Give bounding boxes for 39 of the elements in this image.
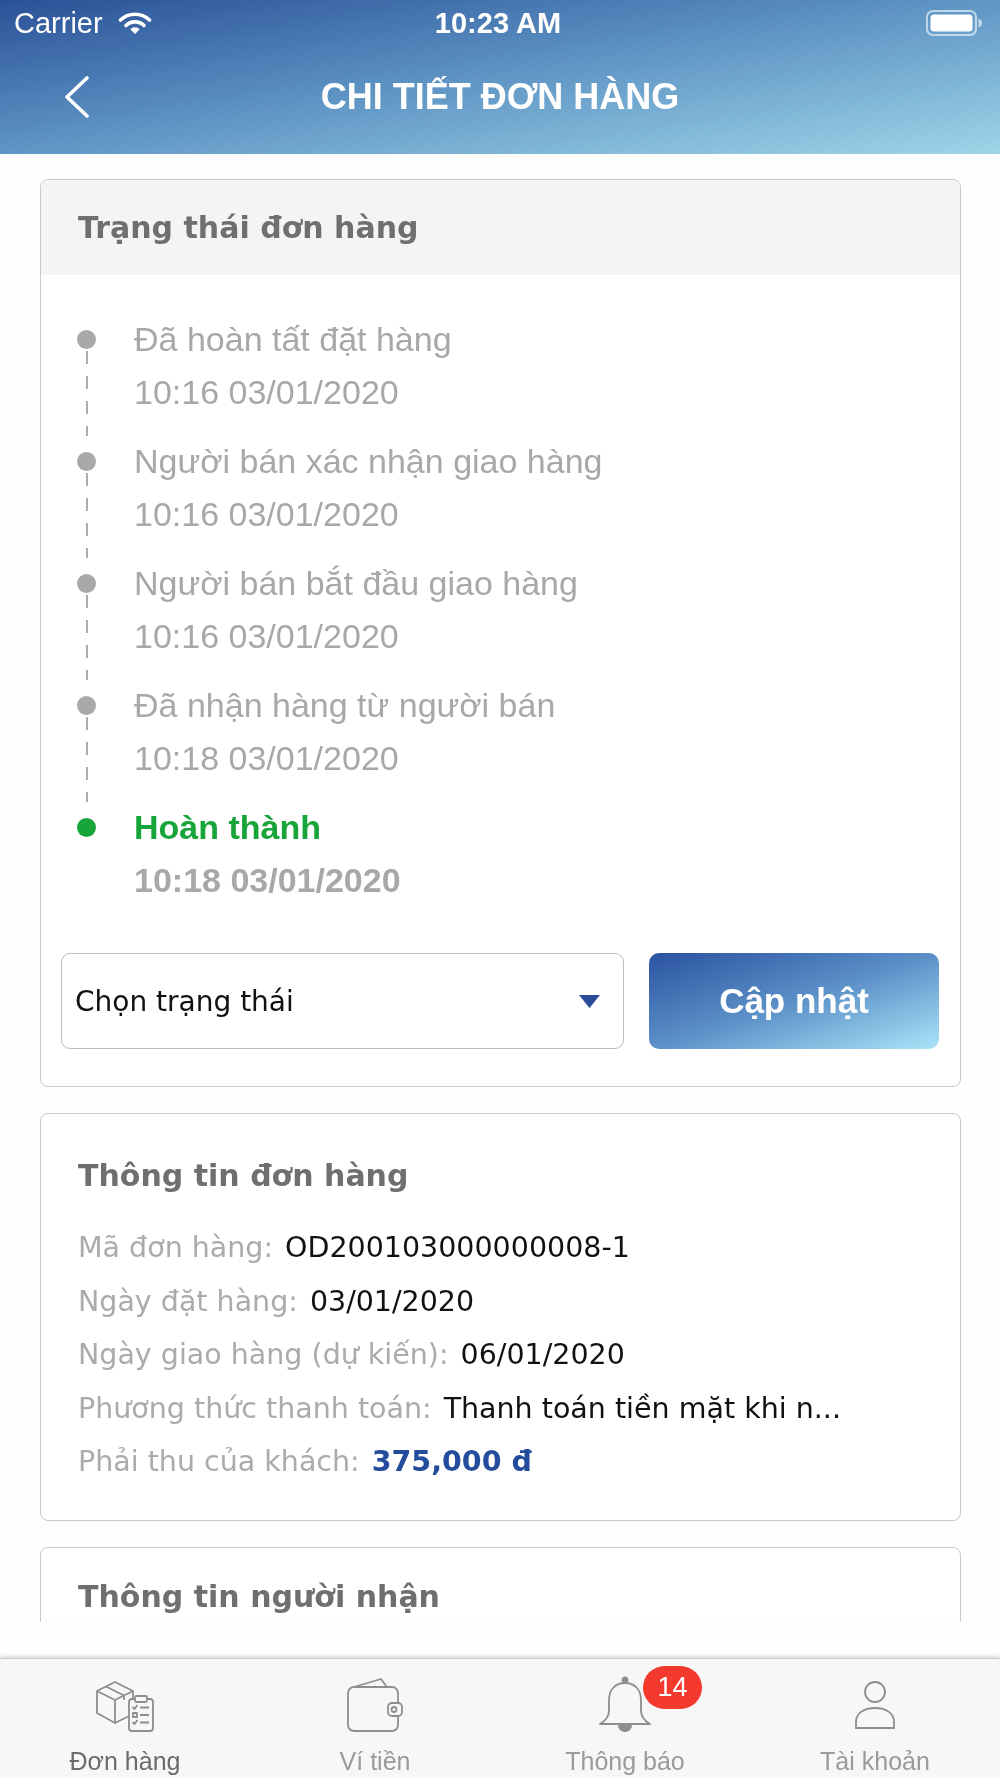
info-value: 03/01/2020 <box>309 1283 475 1320</box>
status-label: Đã nhận hàng từ người bán <box>134 685 556 726</box>
card-title: Thông tin người nhận <box>78 1577 441 1616</box>
carrier-text: Carrier <box>14 5 103 40</box>
person-icon <box>854 1680 896 1730</box>
info-label: Ngày đặt hàng: <box>78 1283 298 1320</box>
status-time: 10:18 03/01/2020 <box>134 860 401 901</box>
info-value: Thanh toán tiền mặt khi n... <box>443 1390 841 1427</box>
status-time: 10:16 03/01/2020 <box>134 372 400 413</box>
info-label: Phải thu của khách: <box>78 1444 360 1480</box>
info-value: OD200103000000008-1 <box>285 1230 630 1266</box>
status-time: 10:16 03/01/2020 <box>134 616 400 657</box>
back-icon[interactable] <box>64 75 90 118</box>
count-badge: 14 <box>643 1666 702 1709</box>
tab-button[interactable]: Tài khoản <box>820 1659 930 1778</box>
status-label: Đã hoàn tất đặt hàng <box>134 319 452 360</box>
status-select[interactable]: Chọn trạng thái <box>61 953 624 1049</box>
wifi-icon <box>117 10 152 35</box>
status-label: Người bán xác nhận giao hàng <box>134 441 603 482</box>
tab-button[interactable]: Ví tiền <box>339 1659 411 1778</box>
info-value: 06/01/2020 <box>460 1337 625 1373</box>
tab-button[interactable]: Đơn hàng <box>69 1659 181 1778</box>
info-label: Ngày giao hàng (dự kiến): <box>78 1337 449 1373</box>
status-time: 10:18 03/01/2020 <box>134 738 400 779</box>
card-title: Thông tin đơn hàng <box>78 1157 410 1195</box>
battery-icon <box>926 9 982 36</box>
caret-down-icon <box>579 994 600 1008</box>
card-title: Trạng thái đơn hàng <box>78 208 419 247</box>
amount-value: 375,000 đ <box>371 1444 532 1480</box>
status-label: Người bán bắt đầu giao hàng <box>134 563 578 604</box>
info-label: Phương thức thanh toán: <box>78 1390 432 1427</box>
page-title: CHI TIẾT ĐƠN HÀNG <box>320 74 680 119</box>
update-button[interactable]: Cập nhật <box>649 953 939 1049</box>
status-time: 10:16 03/01/2020 <box>134 494 400 535</box>
time-text: 10:23 AM <box>434 5 562 40</box>
info-label: Mã đơn hàng: <box>78 1230 274 1266</box>
wallet-icon <box>346 1677 404 1733</box>
bell-icon <box>597 1676 653 1734</box>
status-label: Hoàn thành <box>134 807 322 848</box>
